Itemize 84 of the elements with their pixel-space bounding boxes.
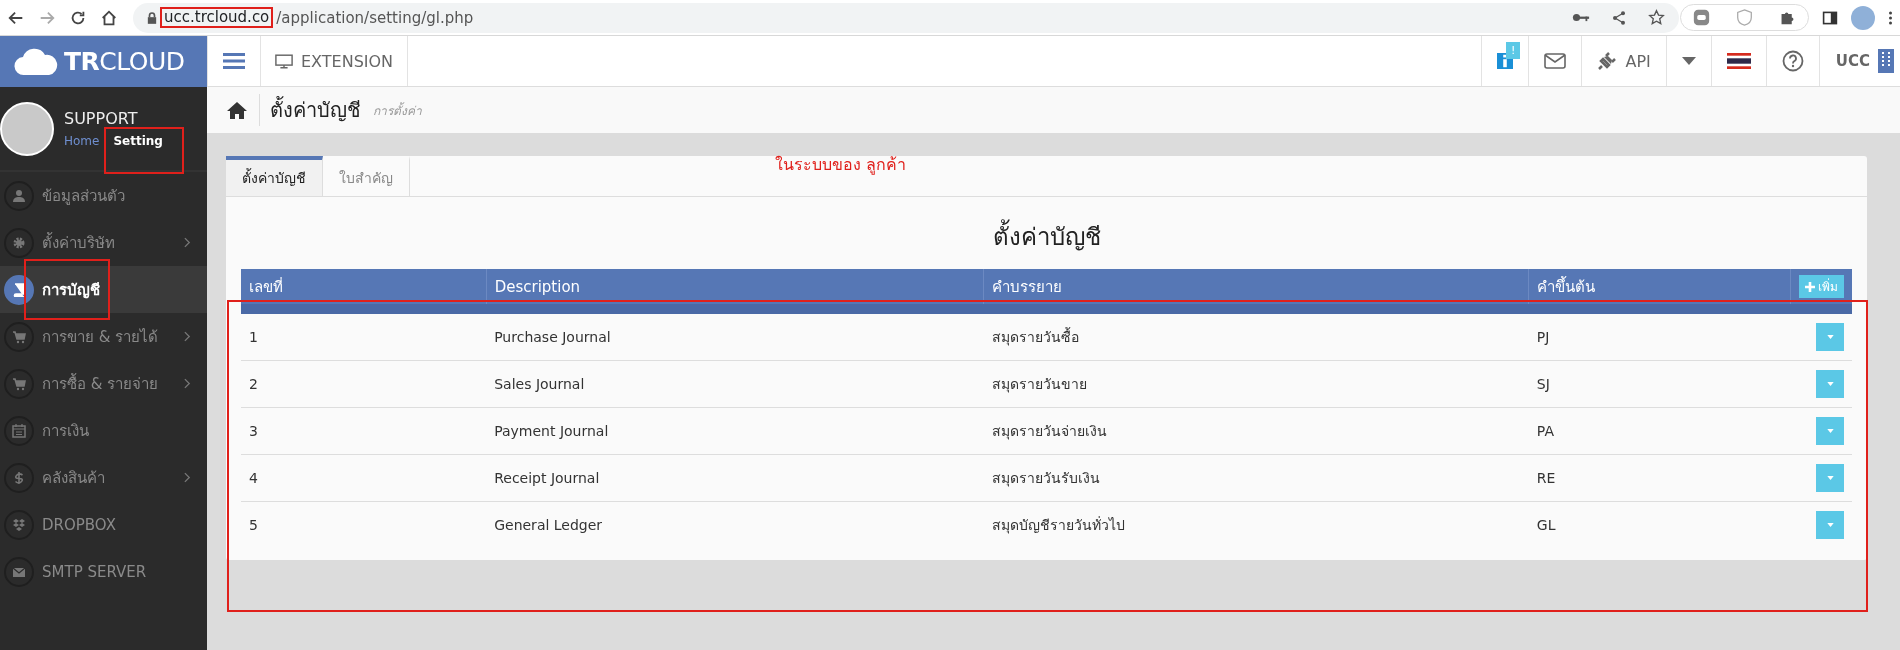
- table-cell: PJ: [1528, 314, 1791, 361]
- page-heading: ตั้งค่าบัญชี: [259, 94, 361, 126]
- caret-icon: [1681, 57, 1696, 65]
- tab[interactable]: ใบสำคัญ: [323, 156, 410, 196]
- api-button[interactable]: API: [1582, 36, 1667, 86]
- url-host: ucc.trcloud.co: [164, 8, 270, 26]
- cart-icon: [12, 329, 26, 344]
- column-header: เลขที่: [241, 269, 487, 304]
- column-header: คำบรรยาย: [983, 269, 1529, 304]
- calendar-icon: [12, 423, 26, 438]
- table-cell: สมุดรายวันจ่ายเงิน: [983, 407, 1529, 455]
- table-cell: SJ: [1528, 360, 1791, 408]
- dollar-icon: [12, 470, 26, 485]
- user-name: SUPPORT: [64, 109, 139, 128]
- building-icon: [1878, 49, 1894, 73]
- profile-link[interactable]: Setting: [113, 134, 163, 148]
- caret-icon: [1826, 523, 1834, 527]
- table-cell: RE: [1528, 454, 1791, 502]
- table-cell: 2: [241, 360, 487, 408]
- logo-text: TRCLOUD: [64, 47, 185, 76]
- table-cell: GL: [1528, 501, 1791, 548]
- column-header: คำขึ้นต้น: [1528, 269, 1791, 304]
- mail-icon: [1544, 53, 1567, 69]
- chat-extension-icon[interactable]: [1693, 9, 1710, 26]
- caret-icon: [1826, 382, 1834, 386]
- table-cell: สมุดรายวันขาย: [983, 360, 1529, 408]
- extension-button[interactable]: EXTENSION: [261, 36, 409, 86]
- menu-icon: [223, 52, 245, 70]
- box-icon: [12, 517, 26, 532]
- section-title: ตั้งค่าบัญชี: [226, 197, 1867, 269]
- tab[interactable]: ตั้งค่าบัญชี: [226, 156, 323, 196]
- monitor-icon: [275, 53, 293, 69]
- avatar: [0, 101, 54, 156]
- company-button[interactable]: UCC: [1819, 36, 1900, 86]
- key-icon[interactable]: [1572, 12, 1590, 23]
- table-cell: Receipt Journal: [486, 454, 984, 502]
- url-path: /application/setting/gl.php: [276, 8, 474, 27]
- home-icon[interactable]: [227, 101, 247, 119]
- column-header: Description: [486, 269, 984, 304]
- sidebar-item[interactable]: DROPBOX: [0, 501, 207, 548]
- table-cell: 4: [241, 454, 487, 502]
- table-cell: สมุดรายวันรับเงิน: [983, 454, 1529, 502]
- cloud-icon: [14, 47, 58, 76]
- table-cell: สมุดบัญชีรายวันทั่วไป: [983, 501, 1529, 548]
- share-icon[interactable]: [1611, 9, 1627, 26]
- cart-icon: [12, 376, 26, 391]
- table-cell: PA: [1528, 407, 1791, 455]
- caret-icon: [1826, 429, 1834, 433]
- table-cell: Sales Journal: [486, 360, 984, 408]
- address-bar[interactable]: ucc.trcloud.co /application/setting/gl.php: [133, 2, 1679, 33]
- side-panel-icon[interactable]: [1822, 9, 1838, 26]
- table-cell: Purchase Journal: [486, 314, 984, 361]
- sidebar-item[interactable]: คลังสินค้า: [0, 454, 207, 501]
- table-cell: 3: [241, 407, 487, 455]
- sidebar-item[interactable]: การขาย & รายได้: [0, 313, 207, 360]
- sidebar-item[interactable]: ตั้งค่าบริษัท: [0, 219, 207, 266]
- star-icon[interactable]: [1648, 9, 1665, 26]
- person-icon: [12, 188, 26, 203]
- menu-button[interactable]: [207, 36, 261, 86]
- table-cell: Payment Journal: [486, 407, 984, 455]
- caret-icon: [1826, 335, 1834, 339]
- plus-icon: [1805, 281, 1815, 292]
- plug-icon: [1597, 51, 1618, 71]
- table-cell: General Ledger: [486, 501, 984, 548]
- lock-icon: [147, 11, 157, 24]
- annotation-note: ในระบบของ ลูกค้า: [775, 154, 907, 177]
- sidebar-item[interactable]: ข้อมูลส่วนตัว: [0, 172, 207, 219]
- logo-bar[interactable]: TRCLOUD: [0, 36, 207, 87]
- flag-icon: [1726, 53, 1751, 69]
- caret-icon: [1826, 476, 1834, 480]
- gear-icon: [12, 235, 26, 250]
- table-cell: สมุดรายวันซื้อ: [983, 314, 1529, 361]
- table-cell: 1: [241, 314, 487, 361]
- sidebar-item[interactable]: การเงิน: [0, 407, 207, 454]
- puzzle-icon[interactable]: [1779, 9, 1796, 26]
- help-icon: [1781, 50, 1804, 72]
- sidebar-item[interactable]: การบัญชี: [0, 266, 207, 313]
- sidebar-item[interactable]: SMTP SERVER: [0, 548, 207, 595]
- home-icon[interactable]: [100, 8, 118, 27]
- sidebar-item[interactable]: การซื้อ & รายจ่าย: [0, 360, 207, 407]
- profile-link[interactable]: Home: [64, 134, 100, 148]
- notification-badge: !: [1506, 42, 1521, 59]
- table-cell: 5: [241, 501, 487, 548]
- breadcrumb-subtitle: การตั้งค่า: [373, 101, 422, 120]
